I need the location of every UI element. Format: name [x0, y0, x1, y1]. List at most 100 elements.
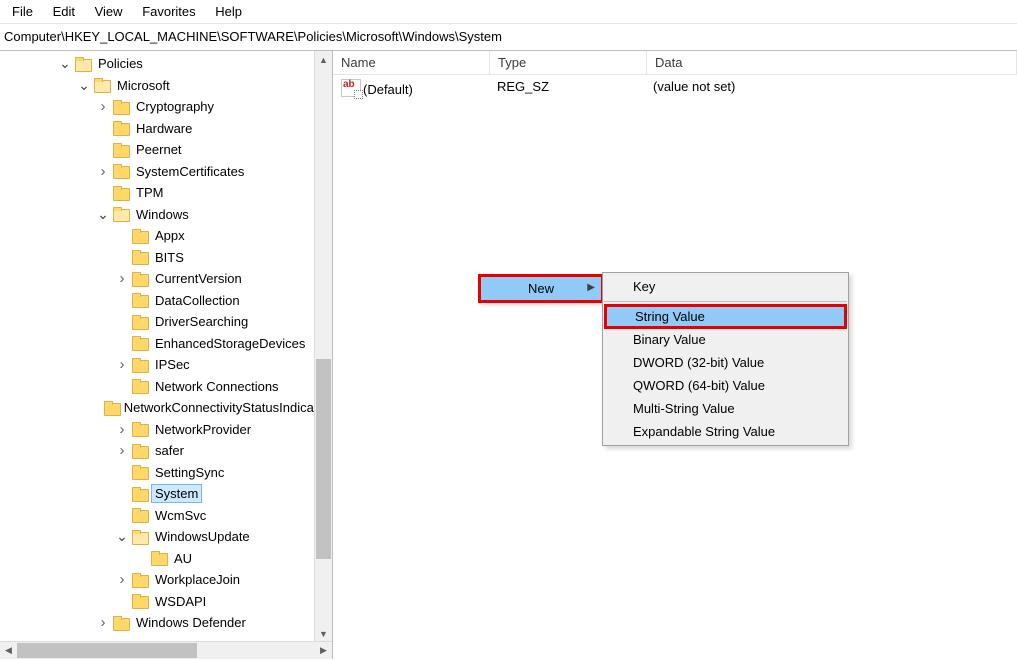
- tree-node-label: WindowsUpdate: [152, 528, 253, 545]
- submenu-item-key[interactable]: Key: [603, 275, 848, 298]
- context-menu-new: New ▶: [479, 275, 603, 302]
- list-row[interactable]: (Default) REG_SZ (value not set): [333, 75, 1017, 101]
- scroll-thumb[interactable]: [316, 359, 331, 559]
- list-header: Name Type Data: [333, 51, 1017, 75]
- column-header-type[interactable]: Type: [490, 51, 647, 74]
- tree-node-label: Windows Defender: [133, 614, 249, 631]
- tree-node-label: Appx: [152, 227, 188, 244]
- menu-edit[interactable]: Edit: [45, 2, 83, 21]
- tree-node-label: CurrentVersion: [152, 270, 245, 287]
- scroll-thumb[interactable]: [17, 643, 197, 658]
- tree-node[interactable]: Peernet: [0, 139, 332, 161]
- column-header-name[interactable]: Name: [333, 51, 490, 74]
- context-menu-item-new[interactable]: New ▶: [481, 277, 601, 300]
- submenu-arrow-icon: ▶: [587, 282, 595, 293]
- folder-icon: [132, 358, 148, 372]
- tree-node[interactable]: › IPSec: [0, 354, 332, 376]
- tree-node[interactable]: DataCollection: [0, 290, 332, 312]
- expand-icon[interactable]: ›: [114, 270, 130, 287]
- tree-node[interactable]: WcmSvc: [0, 505, 332, 527]
- expand-icon[interactable]: ›: [114, 442, 130, 459]
- folder-icon: [132, 444, 148, 458]
- collapse-icon[interactable]: ⌄: [114, 528, 130, 545]
- menu-file[interactable]: File: [4, 2, 41, 21]
- tree-node-label: safer: [152, 442, 187, 459]
- tree-node[interactable]: Hardware: [0, 118, 332, 140]
- tree-node[interactable]: WSDAPI: [0, 591, 332, 613]
- folder-icon: [113, 143, 129, 157]
- tree-node[interactable]: › CurrentVersion: [0, 268, 332, 290]
- tree-node[interactable]: TPM: [0, 182, 332, 204]
- expand-icon[interactable]: ›: [95, 614, 111, 631]
- scroll-down-arrow-icon[interactable]: ▼: [315, 625, 332, 642]
- tree-node[interactable]: BITS: [0, 247, 332, 269]
- folder-icon: [132, 465, 148, 479]
- tree-node-label: NetworkProvider: [152, 421, 254, 438]
- tree-node[interactable]: NetworkConnectivityStatusIndicator: [0, 397, 332, 419]
- tree-node-label: Windows: [133, 206, 192, 223]
- registry-tree[interactable]: ⌄Policies⌄Microsoft›CryptographyHardware…: [0, 51, 332, 641]
- tree-horizontal-scrollbar[interactable]: ◀ ▶: [0, 641, 332, 659]
- address-bar[interactable]: Computer\HKEY_LOCAL_MACHINE\SOFTWARE\Pol…: [0, 24, 1017, 51]
- tree-node-label: Cryptography: [133, 98, 217, 115]
- tree-node[interactable]: ⌄ Windows: [0, 204, 332, 226]
- folder-icon: [132, 594, 148, 608]
- tree-node[interactable]: ›WorkplaceJoin: [0, 569, 332, 591]
- expand-icon[interactable]: ›: [114, 356, 130, 373]
- menu-view[interactable]: View: [87, 2, 131, 21]
- submenu-item-expandable-string-value[interactable]: Expandable String Value: [603, 420, 848, 443]
- submenu-item-binary-value[interactable]: Binary Value: [603, 328, 848, 351]
- collapse-icon[interactable]: ⌄: [95, 206, 111, 223]
- collapse-icon[interactable]: ⌄: [57, 55, 73, 72]
- submenu-item-dword-value[interactable]: DWORD (32-bit) Value: [603, 351, 848, 374]
- tree-node-label: Network Connections: [152, 378, 282, 395]
- column-header-data[interactable]: Data: [647, 51, 1017, 74]
- expand-icon[interactable]: ›: [95, 98, 111, 115]
- tree-node[interactable]: Network Connections: [0, 376, 332, 398]
- submenu-item-multi-string-value[interactable]: Multi-String Value: [603, 397, 848, 420]
- menu-help[interactable]: Help: [207, 2, 250, 21]
- tree-node-label: SettingSync: [152, 464, 227, 481]
- folder-icon: [132, 272, 148, 286]
- tree-node[interactable]: SettingSync: [0, 462, 332, 484]
- expand-icon[interactable]: ›: [114, 571, 130, 588]
- tree-node-label: Peernet: [133, 141, 185, 158]
- submenu-item-string-value[interactable]: String Value: [605, 305, 846, 328]
- expand-icon[interactable]: ›: [114, 421, 130, 438]
- folder-icon: [132, 229, 148, 243]
- tree-node-label: Microsoft: [114, 77, 173, 94]
- tree-node-label: IPSec: [152, 356, 193, 373]
- tree-node[interactable]: › Cryptography: [0, 96, 332, 118]
- expand-icon[interactable]: ›: [95, 163, 111, 180]
- tree-node[interactable]: › NetworkProvider: [0, 419, 332, 441]
- folder-icon: [113, 121, 129, 135]
- menu-favorites[interactable]: Favorites: [134, 2, 203, 21]
- menu-bar: File Edit View Favorites Help: [0, 0, 1017, 24]
- submenu-item-qword-value[interactable]: QWORD (64-bit) Value: [603, 374, 848, 397]
- scroll-up-arrow-icon[interactable]: ▲: [315, 51, 332, 68]
- tree-node[interactable]: AU: [0, 548, 332, 570]
- folder-icon: [132, 530, 148, 544]
- tree-node[interactable]: ›SystemCertificates: [0, 161, 332, 183]
- tree-node[interactable]: System: [0, 483, 332, 505]
- tree-node[interactable]: ⌄ WindowsUpdate: [0, 526, 332, 548]
- tree-node[interactable]: ⌄ Policies: [0, 53, 332, 75]
- tree-node[interactable]: ⌄ Microsoft: [0, 75, 332, 97]
- tree-node-label: Policies: [95, 55, 146, 72]
- scroll-right-arrow-icon[interactable]: ▶: [315, 642, 332, 659]
- folder-icon: [132, 422, 148, 436]
- folder-icon: [132, 508, 148, 522]
- folder-icon: [113, 207, 129, 221]
- string-value-icon: [341, 79, 361, 97]
- folder-icon: [132, 379, 148, 393]
- scroll-left-arrow-icon[interactable]: ◀: [0, 642, 17, 659]
- tree-node[interactable]: DriverSearching: [0, 311, 332, 333]
- collapse-icon[interactable]: ⌄: [76, 77, 92, 94]
- tree-vertical-scrollbar[interactable]: ▲ ▼: [314, 51, 332, 642]
- tree-node[interactable]: EnhancedStorageDevices: [0, 333, 332, 355]
- tree-node[interactable]: › safer: [0, 440, 332, 462]
- tree-node-label: AU: [171, 550, 195, 567]
- tree-node[interactable]: Appx: [0, 225, 332, 247]
- tree-node-label: System: [152, 485, 201, 502]
- tree-node[interactable]: › Windows Defender: [0, 612, 332, 634]
